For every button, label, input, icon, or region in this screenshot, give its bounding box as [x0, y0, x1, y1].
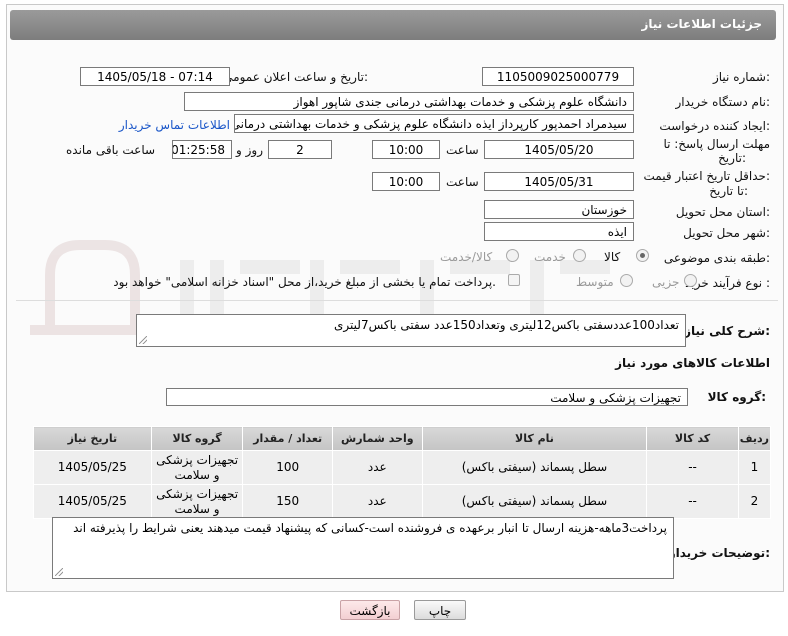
announce-field[interactable]: 1405/05/18 - 07:14 [80, 67, 230, 86]
process-option-minor: جزیی [652, 275, 680, 289]
buyer-notes-label: توضیحات خریدار: [668, 546, 770, 560]
payment-note: پرداخت تمام یا بخشی از مبلغ خرید،از محل … [113, 275, 496, 289]
category-option-both: کالا/خدمت [440, 250, 493, 264]
process-radio-minor[interactable] [684, 274, 697, 287]
announce-label: تاریخ و ساعت اعلان عمومی: [223, 70, 368, 84]
cell-unit: عدد [331, 484, 423, 519]
items-section-title: اطلاعات کالاهای مورد نیاز [615, 356, 770, 370]
cell-quantity: 150 [242, 484, 333, 519]
deadline-label-line2: تاریخ: [718, 151, 746, 165]
days-label: روز و [236, 143, 263, 157]
category-option-goods: کالا [604, 250, 621, 264]
col-header-unit: واحد شمارش [331, 426, 423, 451]
cell-code: -- [646, 484, 739, 519]
cell-date: 1405/05/25 [33, 450, 152, 485]
col-header-quantity: تعداد / مقدار [242, 426, 333, 451]
items-table: ردیف کد کالا نام کالا واحد شمارش تعداد /… [33, 426, 772, 519]
goods-group-field[interactable]: تجهیزات پزشکی و سلامت [166, 388, 688, 406]
treasury-payment-checkbox[interactable] [508, 274, 520, 286]
goods-group-label: گروه کالا: [707, 390, 766, 404]
cell-quantity: 100 [242, 450, 333, 485]
col-header-group: گروه کالا [150, 426, 244, 451]
deadline-time-field[interactable]: 10:00 [372, 140, 440, 159]
province-label: استان محل تحویل: [675, 205, 770, 219]
col-header-date: تاریخ نیاز [33, 426, 152, 451]
cell-group: تجهیزات پزشکی و سلامت [150, 484, 244, 519]
cell-row-number: 2 [737, 484, 772, 519]
need-number-field[interactable]: 1105009025000779 [482, 67, 634, 86]
col-header-name: نام کالا [421, 426, 648, 451]
resize-grip-icon[interactable] [139, 336, 147, 344]
back-button[interactable]: بازگشت [340, 600, 400, 620]
deadline-date-field[interactable]: 1405/05/20 [484, 140, 634, 159]
validity-time-label: ساعت [446, 175, 479, 189]
category-radio-service[interactable] [573, 249, 586, 262]
category-option-service: خدمت [534, 250, 566, 264]
requester-field[interactable]: سیدمراد احمدپور کارپرداز ایذه دانشگاه عل… [234, 114, 634, 133]
remaining-time-field[interactable]: 01:25:58 [172, 140, 232, 159]
cell-unit: عدد [331, 450, 423, 485]
validity-label-line1: حداقل تاریخ اعتبار قیمت: [643, 169, 770, 183]
city-label: شهر محل تحویل: [683, 226, 770, 240]
col-header-row-number: ردیف [737, 426, 772, 451]
days-field[interactable]: 2 [268, 140, 332, 159]
deadline-label-line1: مهلت ارسال پاسخ: تا [663, 137, 770, 151]
buyer-notes-text: پرداخت3ماهه-هزینه ارسال تا انبار برعهده … [73, 521, 667, 535]
divider [16, 300, 778, 301]
print-button[interactable]: چاپ [414, 600, 466, 620]
contact-info-link[interactable]: اطلاعات تماس خریدار [119, 118, 230, 132]
table-row[interactable]: 2 -- سطل پسماند (سیفتی باکس) عدد 150 تجه… [33, 484, 772, 519]
section-header: جزئیات اطلاعات نیاز [10, 10, 776, 40]
summary-textarea[interactable]: تعداد100عددسفتی باکس12لیتری وتعداد150عدد… [136, 314, 686, 347]
deadline-time-label: ساعت [446, 143, 479, 157]
province-field[interactable]: خوزستان [484, 200, 634, 219]
process-label: نوع فرآیند خرید : [685, 276, 770, 290]
buyer-org-label: نام دستگاه خریدار: [675, 95, 771, 109]
remaining-label: ساعت باقی مانده [66, 143, 156, 157]
category-radio-both[interactable] [506, 249, 519, 262]
need-number-label: شماره نیاز: [712, 70, 770, 84]
resize-grip-icon[interactable] [55, 568, 63, 576]
summary-text: تعداد100عددسفتی باکس12لیتری وتعداد150عدد… [334, 318, 679, 332]
process-option-medium: متوسط [576, 275, 614, 289]
category-radio-goods[interactable] [636, 249, 649, 262]
requester-label: ایجاد کننده درخواست: [659, 119, 770, 133]
cell-date: 1405/05/25 [33, 484, 152, 519]
cell-name: سطل پسماند (سیفتی باکس) [421, 484, 648, 519]
summary-label: شرح کلی نیاز: [684, 324, 770, 338]
validity-time-field[interactable]: 10:00 [372, 172, 440, 191]
table-header-row: ردیف کد کالا نام کالا واحد شمارش تعداد /… [33, 426, 772, 451]
category-label: طبقه بندی موضوعی: [663, 251, 770, 265]
col-header-code: کد کالا [646, 426, 739, 451]
validity-label-line2: تا تاریخ: [709, 184, 748, 198]
cell-code: -- [646, 450, 739, 485]
cell-group: تجهیزات پزشکی و سلامت [150, 450, 244, 485]
validity-date-field[interactable]: 1405/05/31 [484, 172, 634, 191]
page-title: جزئیات اطلاعات نیاز [641, 17, 762, 31]
buyer-notes-textarea[interactable]: پرداخت3ماهه-هزینه ارسال تا انبار برعهده … [52, 517, 674, 579]
process-radio-medium[interactable] [620, 274, 633, 287]
cell-row-number: 1 [737, 450, 772, 485]
city-field[interactable]: ایذه [484, 222, 634, 241]
cell-name: سطل پسماند (سیفتی باکس) [421, 450, 648, 485]
buyer-org-field[interactable]: دانشگاه علوم پزشکی و خدمات بهداشتی درمان… [184, 92, 634, 111]
table-row[interactable]: 1 -- سطل پسماند (سیفتی باکس) عدد 100 تجه… [33, 450, 772, 485]
